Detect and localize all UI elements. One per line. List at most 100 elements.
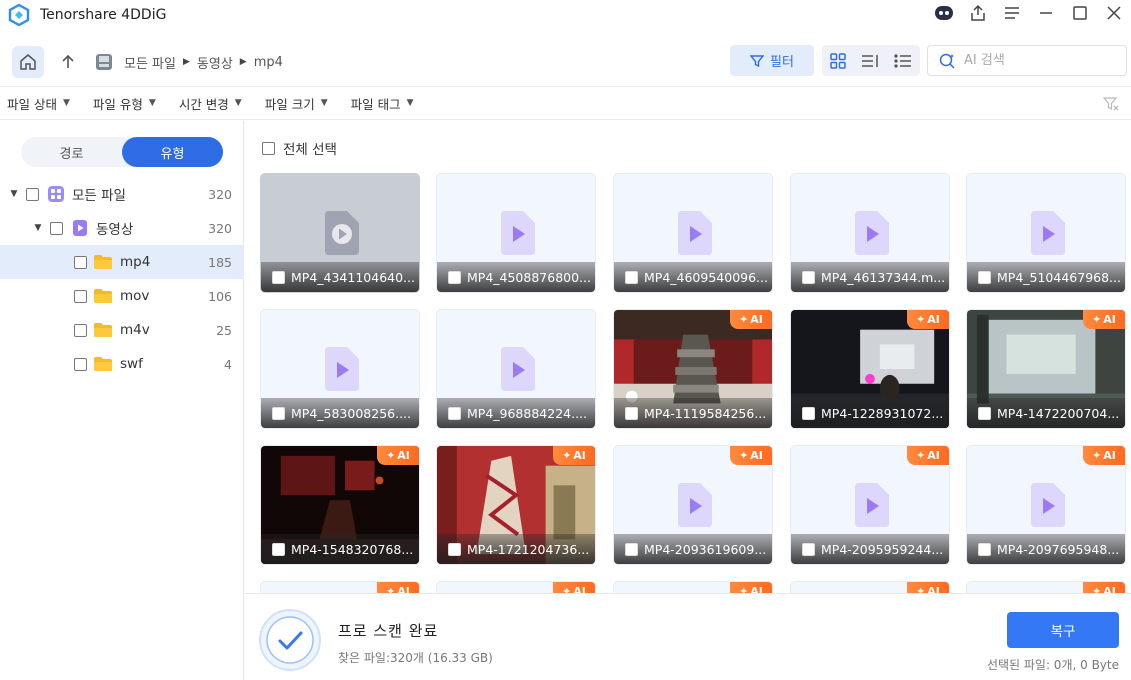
clear-filter-icon[interactable]	[1103, 96, 1119, 112]
file-card[interactable]: ✦ AI	[613, 581, 773, 593]
recover-button[interactable]: 복구	[1007, 612, 1119, 648]
file-card[interactable]: MP4_5104467968...	[966, 173, 1126, 293]
file-card[interactable]: ✦ AI MP4-1548320768...	[260, 445, 420, 565]
ai-badge: ✦ AI	[1083, 446, 1125, 465]
home-button[interactable]	[12, 46, 44, 78]
breadcrumb-item[interactable]: mp4	[254, 55, 283, 70]
detail-view-icon[interactable]	[893, 52, 913, 70]
tree-item-video[interactable]: ▼ 동영상 320	[0, 211, 244, 245]
checkbox[interactable]	[74, 289, 87, 303]
file-checkbox[interactable]	[272, 270, 285, 284]
sparkle-icon: ✦	[1092, 313, 1102, 326]
file-checkbox[interactable]	[802, 406, 815, 420]
file-card[interactable]: MP4_46137344.m...	[790, 173, 950, 293]
file-checkbox[interactable]	[625, 406, 638, 420]
breadcrumb-item[interactable]: 모든 파일	[124, 53, 176, 72]
file-caption: MP4-2095959244...	[791, 534, 949, 564]
maximize-icon[interactable]	[1063, 0, 1097, 26]
file-caption: MP4_583008256....	[261, 398, 419, 428]
tab-type[interactable]: 유형	[122, 137, 223, 167]
caret-down-icon[interactable]: ▼	[8, 189, 20, 199]
file-card[interactable]: ✦ AI	[260, 581, 420, 593]
file-checkbox[interactable]	[978, 270, 991, 284]
checkbox[interactable]	[26, 187, 39, 201]
tree-item-all-files[interactable]: ▼ 모든 파일 320	[0, 177, 244, 211]
up-arrow-icon[interactable]	[56, 50, 80, 74]
file-checkbox[interactable]	[272, 542, 285, 556]
menu-icon[interactable]	[995, 0, 1029, 26]
file-name: MP4_583008256....	[291, 405, 411, 421]
file-card[interactable]: MP4_968884224....	[436, 309, 596, 429]
ai-badge: ✦ AI	[377, 582, 419, 593]
assistant-bot-icon[interactable]	[927, 0, 961, 26]
file-checkbox[interactable]	[802, 542, 815, 556]
select-all[interactable]: 전체 선택	[262, 138, 337, 158]
file-card[interactable]: ✦ AI	[436, 581, 596, 593]
share-icon[interactable]	[961, 0, 995, 26]
checkbox[interactable]	[74, 357, 87, 371]
tree-item-count: 185	[208, 254, 232, 270]
tree-item-mp4[interactable]: mp4 185	[0, 245, 244, 279]
file-name: MP4-1548320768...	[291, 541, 414, 557]
file-card[interactable]: ✦ AI MP4-1228931072...	[790, 309, 950, 429]
file-card[interactable]: ✦ AI MP4-1472200704...	[966, 309, 1126, 429]
breadcrumb-item[interactable]: 동영상	[197, 53, 233, 72]
file-name: MP4_4609540096...	[644, 269, 768, 285]
file-card[interactable]: ✦ AI MP4-2093619609...	[613, 445, 773, 565]
tree-item-m4v[interactable]: m4v 25	[0, 313, 244, 347]
toolbar: 모든 파일 ▶ 동영상 ▶ mp4 필터	[0, 38, 1131, 84]
filter-time-modified-dropdown[interactable]: 시간 변경 ▼	[179, 94, 242, 113]
tree-item-mov[interactable]: mov 106	[0, 279, 244, 313]
ai-badge-label: AI	[573, 585, 586, 593]
file-name: MP4-2097695948...	[997, 541, 1120, 557]
file-checkbox[interactable]	[978, 406, 991, 420]
file-card[interactable]: ✦ AI	[966, 581, 1126, 593]
file-card[interactable]: MP4_4508876800...	[436, 173, 596, 293]
close-icon[interactable]	[1097, 0, 1131, 26]
list-view-icon[interactable]	[860, 52, 880, 70]
sparkle-icon: ✦	[916, 449, 926, 462]
filter-label: 필터	[770, 55, 794, 70]
minimize-icon[interactable]	[1029, 0, 1063, 26]
file-card[interactable]: MP4_4341104640...	[260, 173, 420, 293]
filter-file-status-dropdown[interactable]: 파일 상태 ▼	[7, 94, 70, 113]
grid-view-icon[interactable]	[829, 52, 847, 70]
caret-down-icon[interactable]: ▼	[32, 223, 44, 233]
tab-path[interactable]: 경로	[21, 137, 122, 167]
file-card[interactable]: ✦ AI MP4-1119584256...	[613, 309, 773, 429]
file-caption: MP4-1721204736...	[437, 534, 595, 564]
file-card[interactable]: ✦ AI	[790, 581, 950, 593]
window-controls	[927, 0, 1131, 26]
file-checkbox[interactable]	[272, 406, 285, 420]
file-checkbox[interactable]	[625, 542, 638, 556]
file-checkbox[interactable]	[802, 270, 815, 284]
select-all-checkbox[interactable]	[262, 141, 275, 155]
file-checkbox[interactable]	[448, 270, 461, 284]
checkbox[interactable]	[74, 255, 87, 269]
filter-file-size-dropdown[interactable]: 파일 크기 ▼	[265, 94, 328, 113]
file-card[interactable]: MP4_4609540096...	[613, 173, 773, 293]
ai-badge-label: AI	[750, 313, 763, 326]
file-card[interactable]: ✦ AI MP4-2095959244...	[790, 445, 950, 565]
chevron-down-icon: ▼	[234, 98, 242, 108]
file-checkbox[interactable]	[448, 406, 461, 420]
file-caption: MP4-1548320768...	[261, 534, 419, 564]
tree-item-count: 320	[208, 186, 232, 202]
checkbox[interactable]	[74, 323, 87, 337]
filter-button[interactable]: 필터	[730, 45, 814, 76]
tree-item-swf[interactable]: swf 4	[0, 347, 244, 381]
search-input[interactable]	[964, 53, 1114, 68]
file-checkbox[interactable]	[625, 270, 638, 284]
file-card[interactable]: ✦ AI MP4-1721204736...	[436, 445, 596, 565]
video-file-icon	[325, 211, 359, 255]
filter-file-tag-dropdown[interactable]: 파일 태그 ▼	[351, 94, 414, 113]
filter-file-type-dropdown[interactable]: 파일 유형 ▼	[93, 94, 156, 113]
file-checkbox[interactable]	[448, 542, 461, 556]
ai-badge-label: AI	[1103, 313, 1116, 326]
checkbox[interactable]	[50, 221, 63, 235]
file-card[interactable]: MP4_583008256....	[260, 309, 420, 429]
file-checkbox[interactable]	[978, 542, 991, 556]
folder-icon	[94, 323, 112, 337]
file-caption: MP4_4341104640...	[261, 262, 419, 292]
file-card[interactable]: ✦ AI MP4-2097695948...	[966, 445, 1126, 565]
